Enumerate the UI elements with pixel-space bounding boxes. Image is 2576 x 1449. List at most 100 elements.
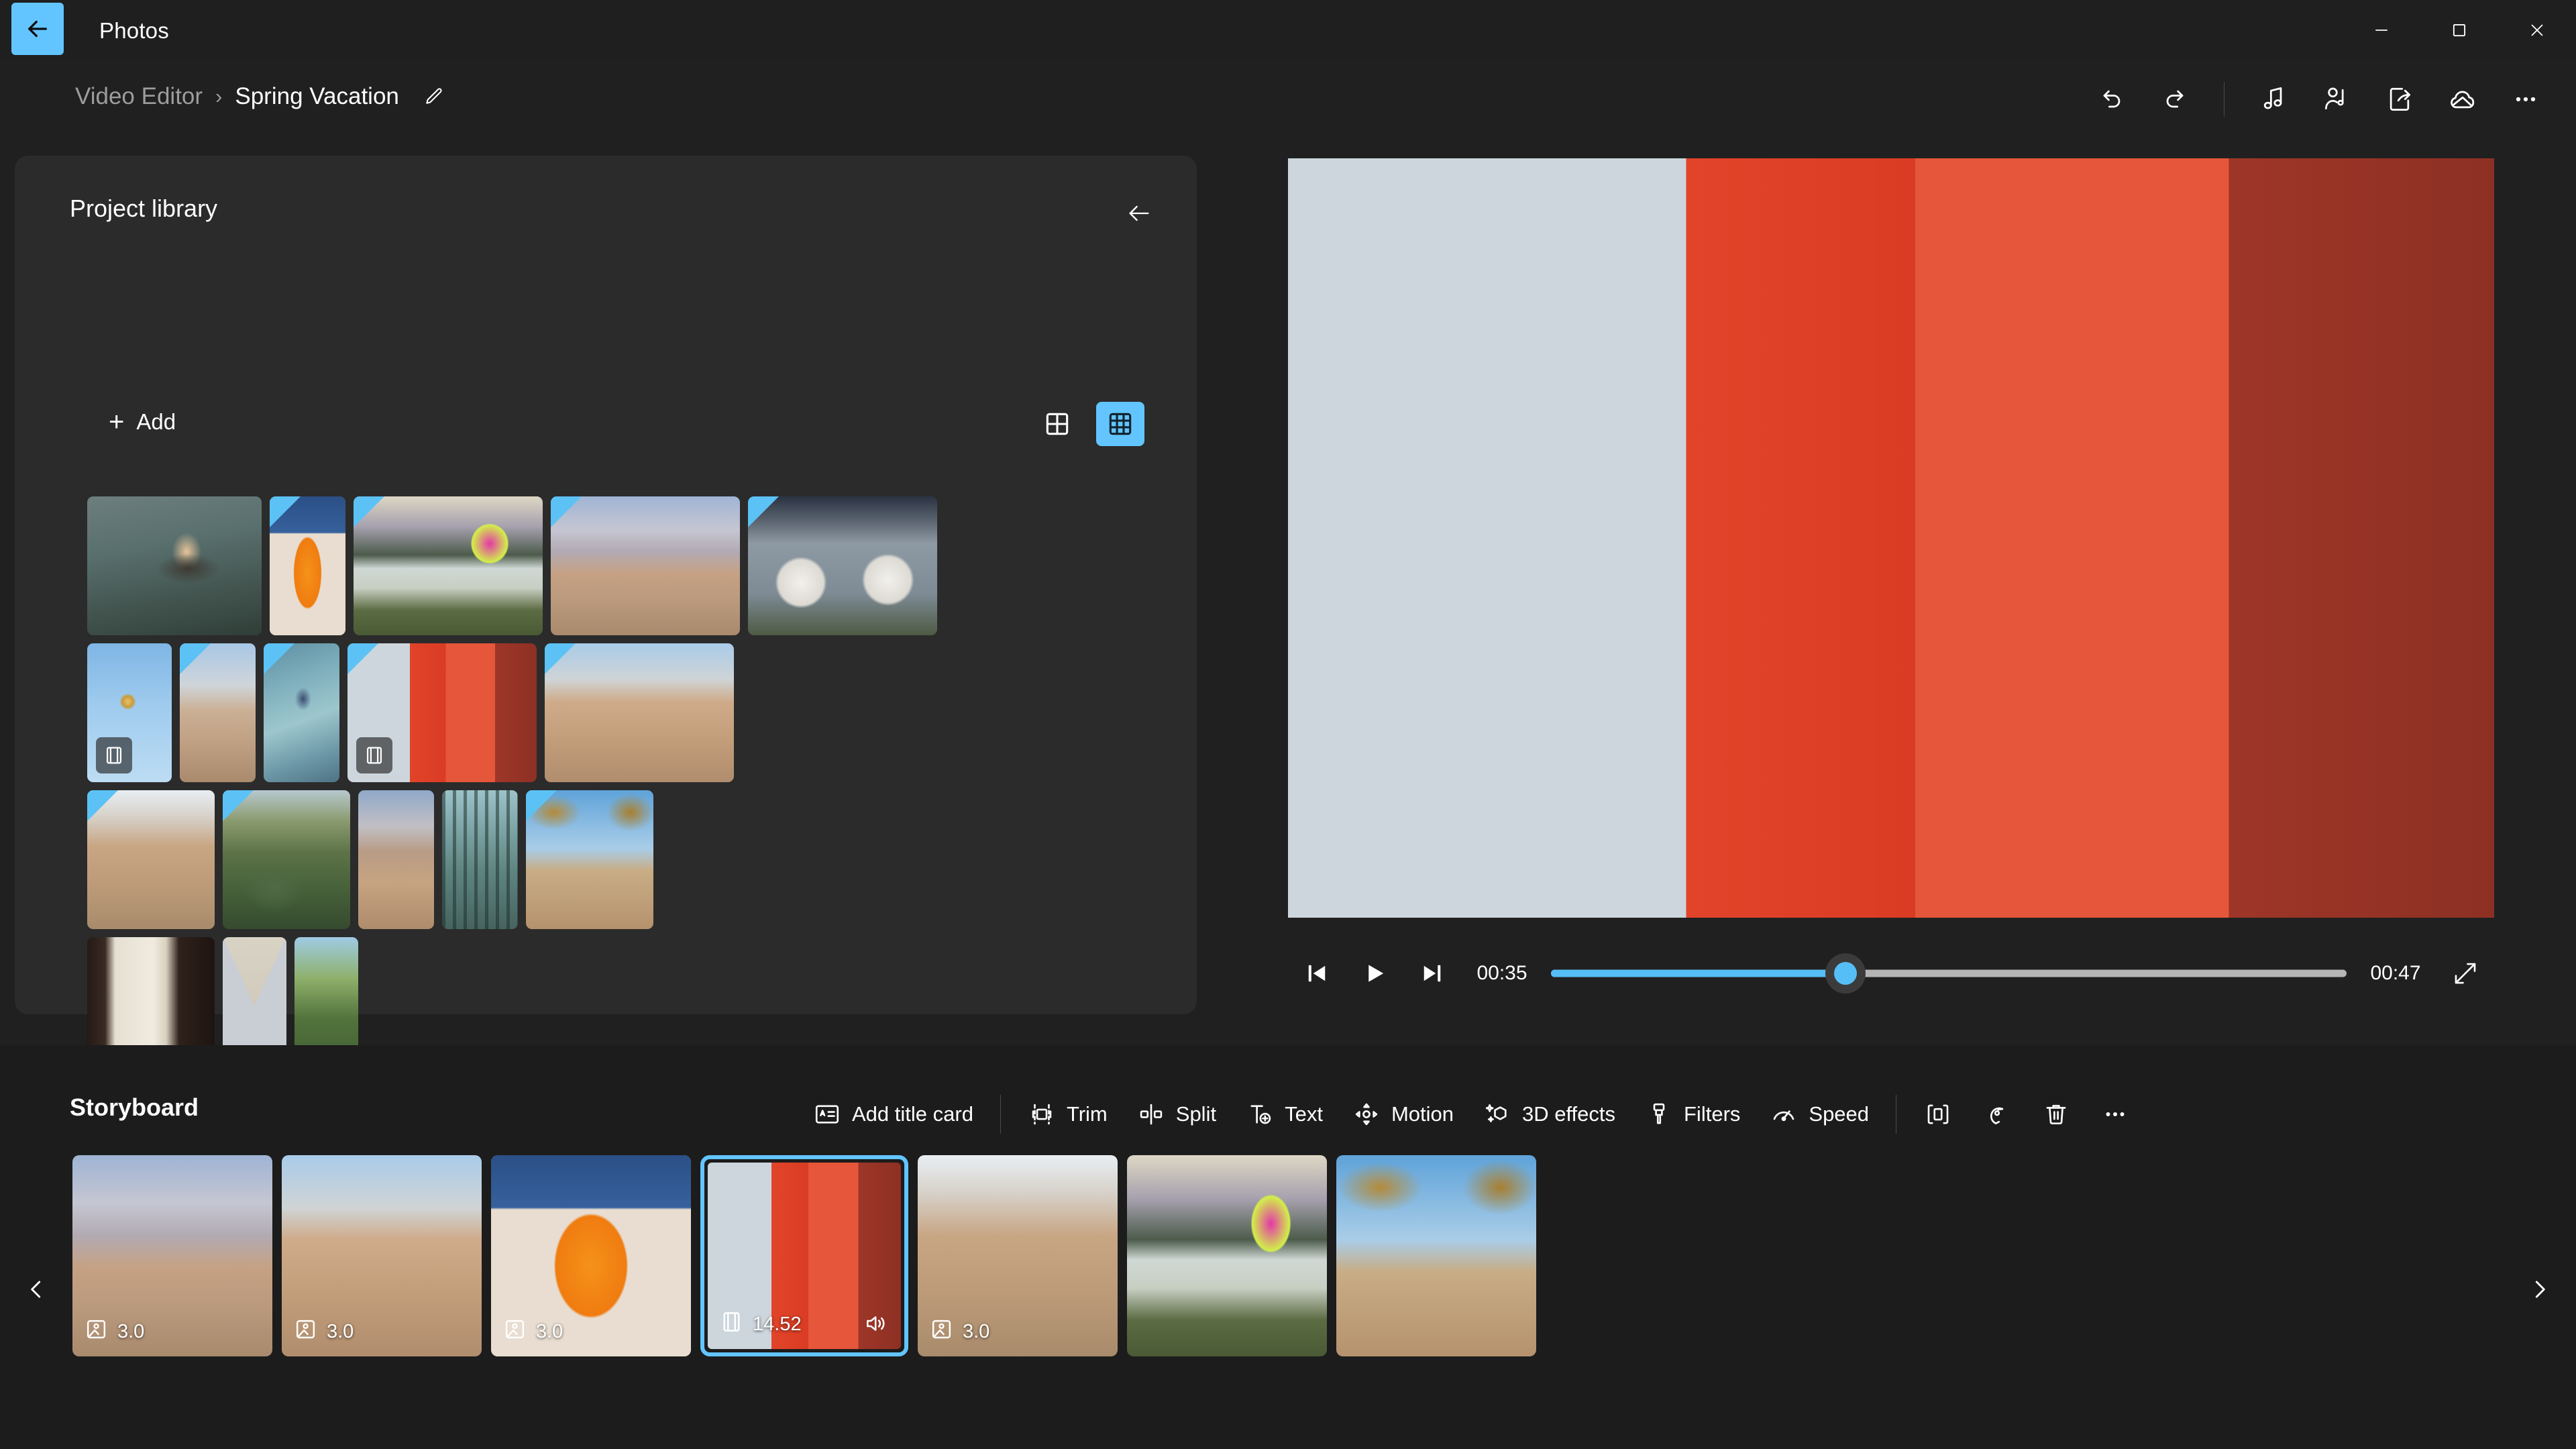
back-button[interactable] [11,3,64,55]
library-media-item[interactable] [264,643,339,782]
photo-icon [502,1317,527,1342]
person-voice-icon [2322,85,2351,114]
maximize-button[interactable] [2420,0,2498,60]
previous-clip-button[interactable] [1288,945,1346,1002]
speaker-volume-icon [863,1311,889,1336]
photo-icon [293,1317,318,1342]
library-media-item[interactable] [347,643,537,782]
library-media-item[interactable] [442,790,518,929]
library-media-thumbnail [358,790,434,929]
library-media-item[interactable] [223,790,350,929]
used-in-project-corner-badge [545,643,576,674]
rotate-button[interactable] [1968,1089,2027,1140]
speed-button[interactable]: Speed [1755,1089,1884,1140]
skip-next-icon [1418,959,1446,987]
video-preview-frame[interactable] [1288,158,2494,918]
motion-button[interactable]: Motion [1338,1089,1468,1140]
used-in-project-corner-badge [748,496,779,527]
see-more-button[interactable] [2494,75,2557,123]
storyboard-see-more-button[interactable] [2086,1089,2145,1140]
delete-button[interactable] [2027,1089,2086,1140]
library-media-thumbnail [442,790,518,929]
photo-icon [929,1317,954,1347]
toolbar-divider [1000,1095,1001,1134]
title-bar: Photos [0,0,2576,60]
seek-bar[interactable] [1551,945,2347,1002]
minimize-button[interactable] [2343,0,2420,60]
storyboard-clip-duration: 3.0 [327,1321,354,1343]
storyboard-clip[interactable] [1336,1155,1536,1356]
used-in-project-corner-badge [354,496,384,527]
app-title: Photos [99,18,169,44]
play-button[interactable] [1346,945,1403,1002]
undo-icon [2097,85,2127,114]
storyboard-clip-duration: 3.0 [536,1321,563,1343]
large-grid-view-button[interactable] [1033,402,1081,446]
filters-button[interactable]: Filters [1630,1089,1755,1140]
storyboard-clip-duration-badge: 3.0 [502,1317,563,1347]
library-media-item[interactable] [87,643,172,782]
storyboard-clip-selected[interactable]: 14.52 [700,1155,908,1356]
library-media-item[interactable] [748,496,937,635]
storyboard-clip-thumbnail [1336,1155,1536,1356]
storyboard-clip[interactable]: 3.0 [918,1155,1118,1356]
library-media-item[interactable] [87,496,262,635]
storyboard-clip[interactable] [1127,1155,1327,1356]
add-title-card-button[interactable]: Add title card [798,1089,988,1140]
text-button[interactable]: Text [1231,1089,1338,1140]
storyboard-scroll-right-button[interactable] [2518,1268,2561,1311]
add-media-button[interactable]: + Add [109,409,176,435]
speed-gauge-icon [1770,1100,1798,1128]
seek-progress-fill [1551,970,1845,977]
close-button[interactable] [2498,0,2576,60]
finish-video-button[interactable] [2368,75,2431,123]
background-music-button[interactable] [2242,75,2305,123]
next-clip-button[interactable] [1403,945,1461,1002]
trim-button[interactable]: Trim [1013,1089,1122,1140]
undo-button[interactable] [2080,75,2143,123]
storyboard-clip-duration: 3.0 [963,1321,989,1343]
library-media-item[interactable] [526,790,653,929]
photo-icon [929,1317,954,1342]
storyboard-clip[interactable]: 3.0 [282,1155,482,1356]
custom-audio-button[interactable] [2305,75,2368,123]
storyboard-scroll-left-button[interactable] [15,1268,58,1311]
library-media-item[interactable] [354,496,543,635]
storyboard-clip[interactable]: 3.0 [491,1155,691,1356]
breadcrumb-parent[interactable]: Video Editor [75,83,203,110]
rename-project-button[interactable] [419,82,449,111]
3d-effects-button[interactable]: 3D effects [1468,1089,1630,1140]
video-type-badge [96,737,132,773]
film-strip-icon [719,1309,744,1334]
library-media-item[interactable] [87,790,215,929]
minimize-icon [2371,20,2392,40]
library-media-item[interactable] [180,643,256,782]
library-media-item[interactable] [545,643,734,782]
resize-button[interactable] [1909,1089,1968,1140]
library-media-item[interactable] [358,790,434,929]
split-button[interactable]: Split [1122,1089,1231,1140]
library-media-thumbnail [87,496,262,635]
trim-label: Trim [1067,1102,1108,1126]
text-label: Text [1285,1102,1323,1126]
storyboard-clip-inner [1336,1155,1536,1356]
library-media-grid[interactable] [87,496,1147,1093]
collapse-library-button[interactable] [1122,196,1157,231]
storyboard-clip[interactable]: 3.0 [72,1155,272,1356]
film-strip-icon [363,744,386,767]
library-media-item[interactable] [551,496,740,635]
fullscreen-button[interactable] [2436,945,2494,1002]
split-label: Split [1176,1102,1216,1126]
chevron-left-icon [23,1277,49,1302]
storyboard-clip-strip[interactable]: 3.0 3.0 3.0 14.52 3.0 [72,1155,2508,1370]
seek-thumb[interactable] [1825,953,1866,994]
maximize-icon [2449,20,2469,40]
redo-button[interactable] [2143,75,2206,123]
clip-audio-button[interactable] [863,1311,889,1340]
storyboard-clip-inner: 3.0 [72,1155,272,1356]
split-icon [1137,1100,1165,1128]
small-grid-view-button[interactable] [1096,402,1144,446]
cloud-button[interactable] [2431,75,2494,123]
library-media-item[interactable] [270,496,345,635]
library-row [87,496,1147,635]
